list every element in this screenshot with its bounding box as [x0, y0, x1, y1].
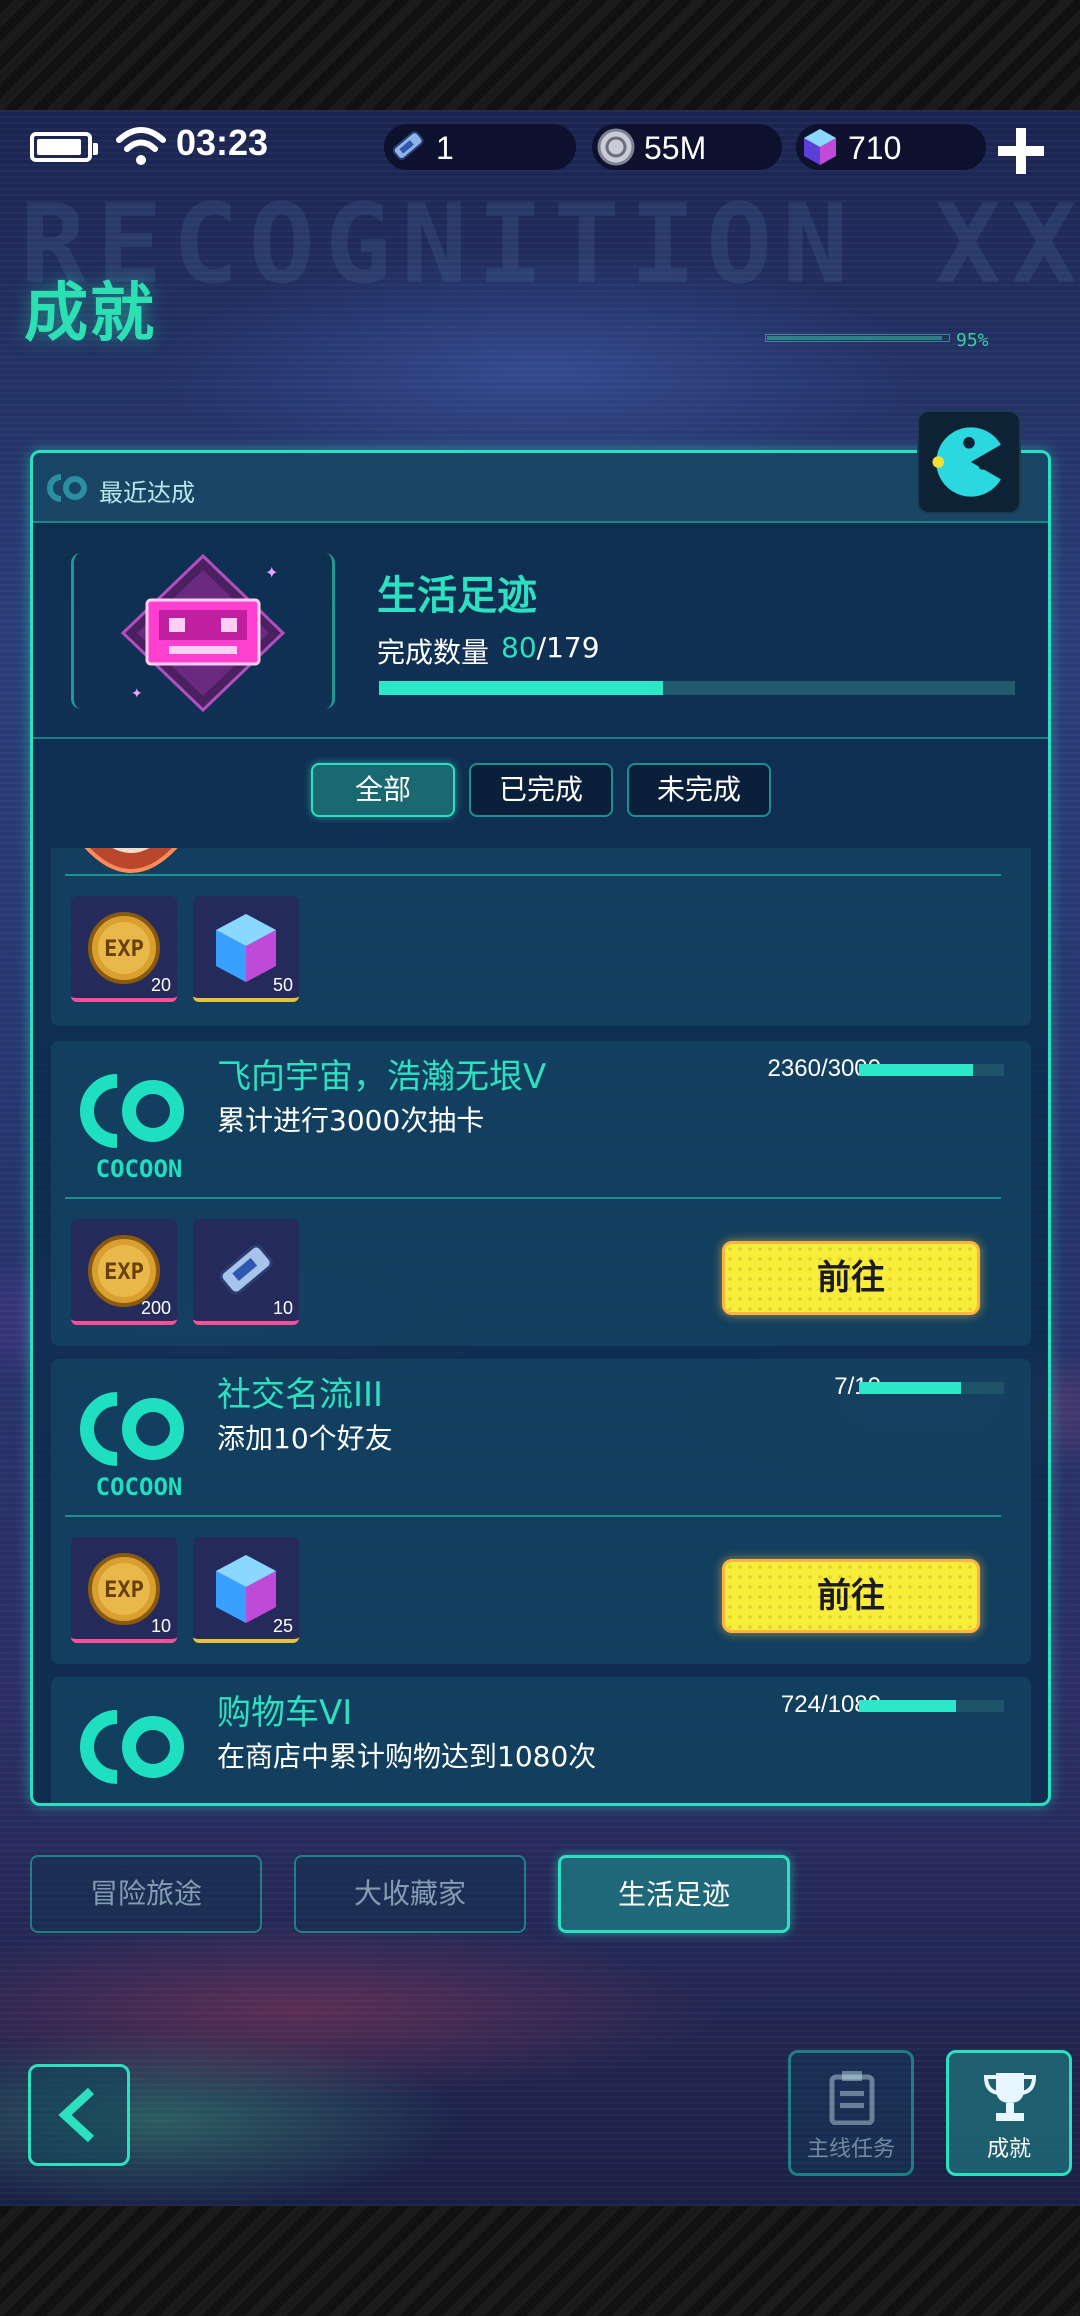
reward-item[interactable]: EXP 10	[71, 1537, 177, 1643]
achievement-nav-button[interactable]: 成就	[946, 2050, 1072, 2176]
category-adventure-tab[interactable]: 冒险旅途	[30, 1855, 262, 1933]
achievement-panel: 最近达成 ✦ ✦ 生活足迹 完成数量 80/179 全部 已完成 未完成 EXP…	[30, 450, 1051, 1806]
svg-text:✦: ✦	[265, 563, 278, 582]
reward-quantity: 10	[272, 1298, 293, 1318]
reward-item[interactable]: 25	[193, 1537, 299, 1643]
goto-button[interactable]: 前往	[722, 1559, 980, 1633]
achievement-progress-bar	[859, 1382, 1004, 1394]
background-heading: RECOGNITION XXX	[20, 180, 1080, 308]
card-divider	[65, 874, 1001, 876]
top-bezel	[0, 0, 1080, 110]
filter-incomplete-button[interactable]: 未完成	[627, 763, 771, 817]
badge-partial-icon	[84, 848, 178, 873]
cube-gem-icon	[804, 129, 836, 165]
category-collector-tab[interactable]: 大收藏家	[294, 1855, 526, 1933]
back-button[interactable]	[28, 2064, 130, 2166]
cocoon-logo-icon: COCOON	[80, 1392, 184, 1501]
completion-count-label: 完成数量	[377, 636, 490, 669]
svg-text:EXP: EXP	[104, 937, 144, 962]
page-title: 成就	[24, 277, 156, 351]
wifi-icon	[116, 127, 166, 165]
achievement-card: COCOON 社交名流III 添加10个好友 7/10 EXP 10 25 前往	[51, 1359, 1031, 1664]
achievement-card: COCOON 飞向宇宙，浩瀚无垠V 累计进行3000次抽卡 2360/3000 …	[51, 1041, 1031, 1346]
achievement-title: 购物车VI	[217, 1693, 353, 1733]
achievement-title: 飞向宇宙，浩瀚无垠V	[217, 1057, 547, 1097]
cocoon-logo-text: COCOON	[96, 1473, 183, 1501]
filter-all-button[interactable]: 全部	[311, 763, 455, 817]
decorative-percent: 95%	[956, 330, 989, 351]
svg-text:EXP: EXP	[104, 1260, 144, 1285]
bottom-bezel	[0, 2206, 1080, 2316]
reward-quantity: 25	[272, 1616, 293, 1636]
reward-quantity: 10	[150, 1616, 171, 1636]
reward-item[interactable]: 50	[193, 896, 299, 1002]
reward-quantity: 50	[272, 975, 293, 995]
cocoon-logo-text: COCOON	[96, 1155, 183, 1183]
clipboard-icon	[829, 2071, 875, 2125]
reward-item[interactable]: EXP 200	[71, 1219, 177, 1325]
clock: 03:23	[176, 122, 269, 163]
ticket-count: 1	[436, 130, 454, 166]
coin-counter[interactable]: 55M	[592, 124, 782, 170]
cassette-badge-icon: ✦ ✦	[120, 553, 286, 713]
achievement-progress-bar	[859, 1700, 1004, 1712]
completion-progress-bar	[379, 681, 1015, 695]
ticket-icon	[392, 131, 424, 160]
battery-icon	[30, 132, 98, 162]
achievement-title: 社交名流III	[217, 1375, 384, 1415]
cocoon-logo-icon	[47, 474, 87, 502]
svg-text:✦: ✦	[131, 686, 143, 702]
achievement-card: 购物车VI 在商店中累计购物达到1080次 724/1080	[51, 1677, 1031, 1803]
achievement-progress-fill	[859, 1382, 961, 1394]
reward-quantity: 200	[140, 1298, 171, 1318]
achievement-progress-fill	[859, 1700, 957, 1712]
main-quest-button[interactable]: 主线任务	[788, 2050, 914, 2176]
achievement-progress-bar	[859, 1064, 1004, 1076]
coin-icon	[597, 128, 635, 166]
gem-counter[interactable]: 710	[796, 124, 986, 170]
recent-section-header: 最近达成	[33, 453, 1048, 523]
achievement-description: 在商店中累计购物达到1080次	[217, 1740, 597, 1773]
card-divider	[65, 1515, 1001, 1517]
goto-button[interactable]: 前往	[722, 1241, 980, 1315]
reward-item[interactable]: 10	[193, 1219, 299, 1325]
completion-count: 80/179	[501, 631, 600, 664]
completion-total: /179	[536, 631, 600, 664]
filter-completed-button[interactable]: 已完成	[469, 763, 613, 817]
cocoon-logo-icon: COCOON	[80, 1074, 184, 1183]
achievement-card: EXP 20 50	[51, 848, 1031, 1026]
chevron-left-icon	[58, 2087, 95, 2143]
achievement-list[interactable]: EXP 20 50 COCOON 飞向宇宙，浩瀚无垠V 累计进行3000次抽卡 …	[33, 848, 1048, 1803]
card-divider	[65, 1197, 1001, 1199]
main-quest-label: 主线任务	[806, 2137, 895, 2162]
gem-count: 710	[848, 130, 902, 166]
recent-achievement-name: 生活足迹	[377, 573, 537, 619]
achievement-progress-fill	[859, 1064, 974, 1076]
mascot-chat-icon[interactable]	[917, 410, 1021, 514]
trophy-icon	[983, 2073, 1037, 2121]
cocoon-logo-icon	[80, 1710, 184, 1784]
completion-progress-fill	[379, 681, 664, 695]
achievement-description: 累计进行3000次抽卡	[217, 1104, 485, 1137]
recent-section-label: 最近达成	[99, 479, 195, 507]
svg-text:EXP: EXP	[104, 1578, 144, 1603]
coin-count: 55M	[644, 130, 707, 166]
category-life-tab[interactable]: 生活足迹	[558, 1855, 790, 1933]
reward-item[interactable]: EXP 20	[71, 896, 177, 1002]
reward-quantity: 20	[150, 975, 171, 995]
completion-done: 80	[501, 631, 537, 664]
decorative-bar	[765, 334, 950, 342]
achievement-description: 添加10个好友	[217, 1422, 393, 1455]
status-bar: 03:23 1 55M 710	[0, 110, 1080, 180]
panel-divider	[33, 737, 1048, 739]
achievement-nav-label: 成就	[986, 2137, 1031, 2162]
ticket-counter[interactable]: 1	[384, 124, 576, 170]
add-currency-plus-icon[interactable]	[998, 128, 1044, 174]
